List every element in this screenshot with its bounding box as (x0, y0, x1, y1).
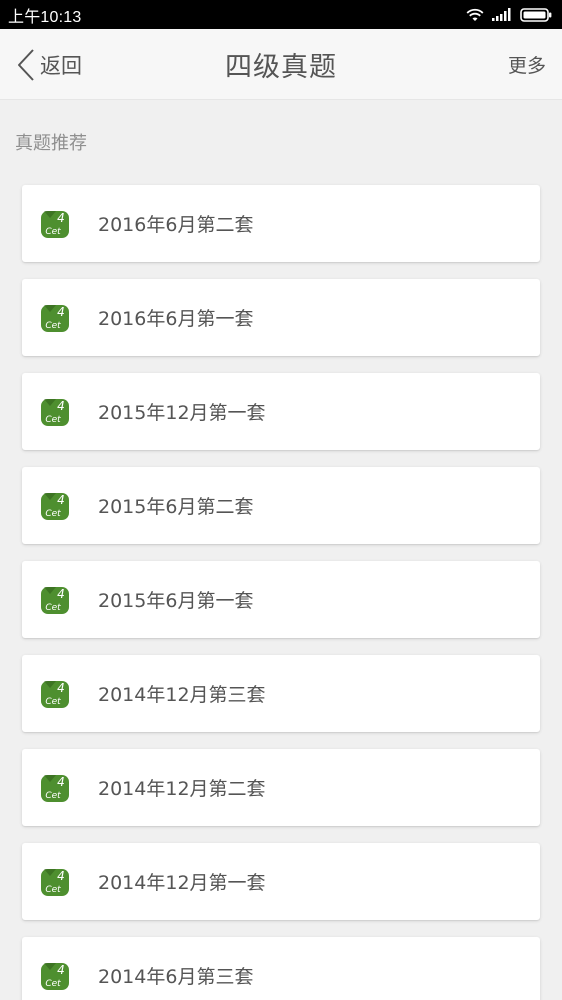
cet4-icon: 4 Cet (41, 210, 69, 238)
status-icons (466, 7, 552, 22)
cet4-icon: 4 Cet (41, 774, 69, 802)
cet4-icon: 4 Cet (41, 586, 69, 614)
list-item[interactable]: 4 Cet 2015年6月第二套 (22, 467, 540, 544)
cet4-icon-number: 4 (57, 305, 65, 319)
wifi-icon (466, 8, 484, 21)
cet4-icon: 4 Cet (41, 962, 69, 990)
cet4-icon-text: Cet (45, 227, 61, 237)
cet4-icon: 4 Cet (41, 680, 69, 708)
list-item-label: 2016年6月第一套 (98, 308, 254, 330)
cet4-icon-number: 4 (57, 493, 65, 507)
cet4-icon-text: Cet (45, 415, 61, 425)
list-item-label: 2015年6月第二套 (98, 496, 254, 518)
list-item-label: 2015年12月第一套 (98, 402, 266, 424)
cet4-icon-text: Cet (45, 321, 61, 331)
cet4-icon-text: Cet (45, 603, 61, 613)
list-item-label: 2014年6月第三套 (98, 966, 254, 988)
list-item[interactable]: 4 Cet 2014年12月第一套 (22, 843, 540, 920)
exam-list: 4 Cet 2016年6月第二套 4 Cet 2016年6月第一套 4 Cet 2015年12月… (22, 185, 540, 1000)
list-item[interactable]: 4 Cet 2014年12月第三套 (22, 655, 540, 732)
cet4-icon-number: 4 (57, 681, 65, 695)
cet4-icon-number: 4 (57, 211, 65, 225)
battery-icon (520, 7, 552, 22)
list-item[interactable]: 4 Cet 2015年6月第一套 (22, 561, 540, 638)
list-item[interactable]: 4 Cet 2016年6月第二套 (22, 185, 540, 262)
cet4-icon-text: Cet (45, 885, 61, 895)
list-item[interactable]: 4 Cet 2014年6月第三套 (22, 937, 540, 1000)
section-title: 真题推荐 (15, 133, 87, 154)
status-bar: 上午10:13 (0, 0, 562, 29)
cet4-icon: 4 Cet (41, 492, 69, 520)
list-item-label: 2014年12月第一套 (98, 872, 266, 894)
cet4-icon: 4 Cet (41, 304, 69, 332)
cet4-icon-number: 4 (57, 587, 65, 601)
cet4-icon-number: 4 (57, 399, 65, 413)
back-button[interactable]: 返回 (16, 47, 82, 83)
list-item[interactable]: 4 Cet 2015年12月第一套 (22, 373, 540, 450)
list-item-label: 2014年12月第三套 (98, 684, 266, 706)
cet4-icon: 4 Cet (41, 868, 69, 896)
list-item-label: 2016年6月第二套 (98, 214, 254, 236)
cet4-icon-number: 4 (57, 963, 65, 977)
status-time: 上午10:13 (8, 8, 82, 26)
chevron-left-icon (18, 49, 34, 81)
signal-icon (492, 8, 511, 21)
list-item-label: 2014年12月第二套 (98, 778, 266, 800)
back-label: 返回 (40, 54, 82, 78)
cet4-icon: 4 Cet (41, 398, 69, 426)
page-title: 四级真题 (225, 52, 337, 83)
list-item[interactable]: 4 Cet 2016年6月第一套 (22, 279, 540, 356)
cet4-icon-text: Cet (45, 791, 61, 801)
list-item[interactable]: 4 Cet 2014年12月第二套 (22, 749, 540, 826)
list-item-label: 2015年6月第一套 (98, 590, 254, 612)
more-button[interactable]: 更多 (508, 51, 546, 78)
cet4-icon-text: Cet (45, 697, 61, 707)
nav-bar: 返回 四级真题 更多 (0, 29, 562, 100)
cet4-icon-text: Cet (45, 979, 61, 989)
cet4-icon-number: 4 (57, 775, 65, 789)
cet4-icon-text: Cet (45, 509, 61, 519)
cet4-icon-number: 4 (57, 869, 65, 883)
